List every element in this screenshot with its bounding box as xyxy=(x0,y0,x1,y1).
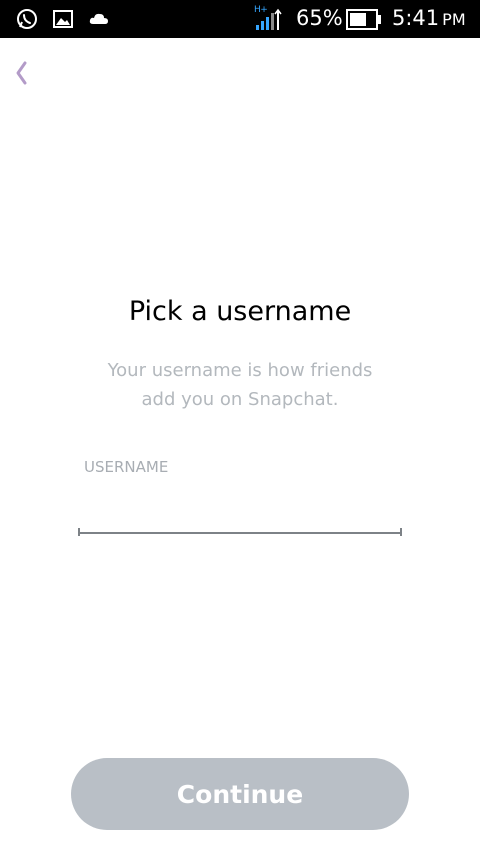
status-bar: H+ 65% 5:41 PM xyxy=(0,0,480,38)
page-title: Pick a username xyxy=(128,296,352,327)
cloud-icon xyxy=(88,8,110,30)
whatsapp-icon xyxy=(16,8,38,30)
signal-icon: H+ xyxy=(254,5,284,31)
battery-percent: 65% xyxy=(296,6,343,30)
battery-icon xyxy=(346,9,382,30)
username-input[interactable] xyxy=(78,494,402,534)
subtitle-line-2: add you on Snapchat. xyxy=(141,389,339,410)
continue-button[interactable]: Continue xyxy=(71,758,409,830)
clock-time: 5:41 xyxy=(392,6,440,30)
username-field-label: USERNAME xyxy=(84,458,169,476)
input-underline-tick-left xyxy=(78,528,80,536)
chevron-left-icon xyxy=(16,61,27,85)
gallery-icon xyxy=(52,8,74,30)
subtitle-line-1: Your username is how friends xyxy=(107,360,373,381)
clock: 5:41 PM xyxy=(392,6,466,30)
page-subtitle: Your username is how friends add you on … xyxy=(80,356,400,414)
input-underline-tick-right xyxy=(400,528,402,536)
back-button[interactable] xyxy=(6,56,36,90)
clock-ampm: PM xyxy=(442,10,466,29)
